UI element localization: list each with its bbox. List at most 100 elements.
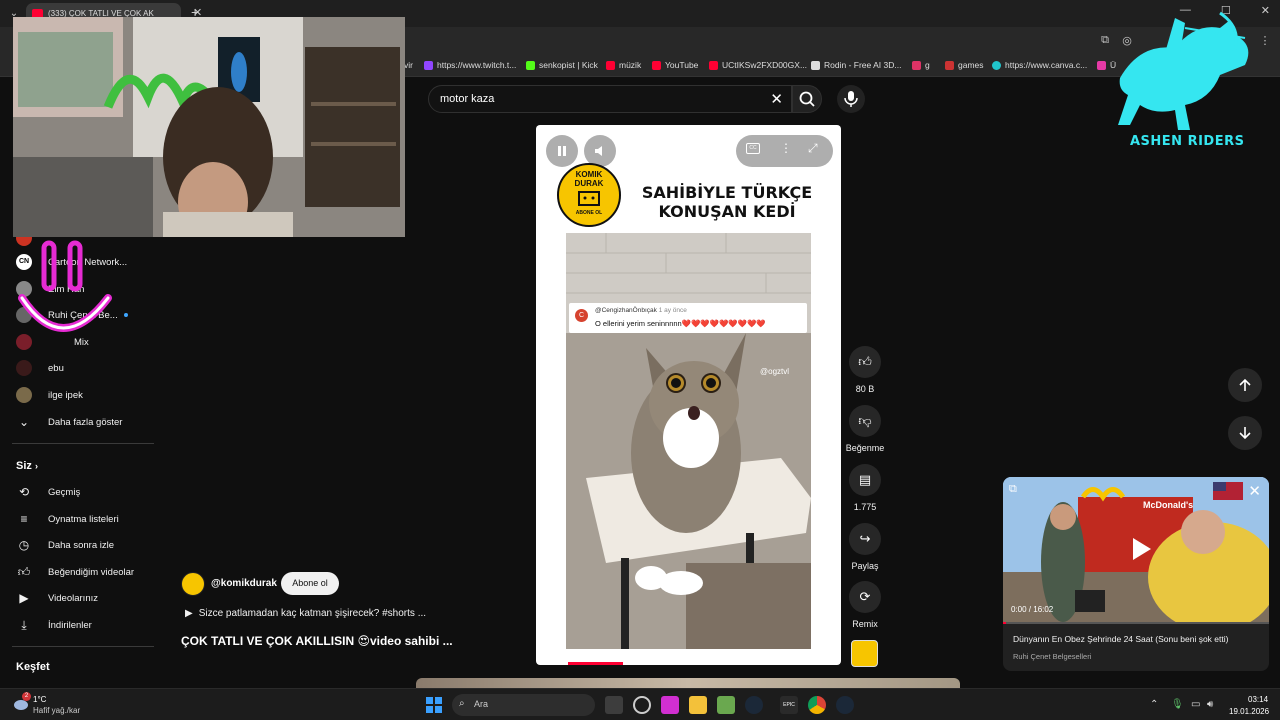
app-icon[interactable] [661, 696, 679, 714]
webcam-overlay [13, 17, 405, 237]
sidebar-item-your-videos[interactable]: ▶ Videolarınız [16, 588, 98, 608]
expand-miniplayer-icon[interactable]: ⧉ [1009, 483, 1017, 496]
subscribe-button[interactable]: Abone ol [281, 572, 339, 595]
taskbar-search[interactable]: ⌕ Ara [452, 694, 595, 716]
divider [12, 646, 154, 647]
more-options-icon[interactable]: ⋮ [780, 141, 792, 155]
next-short-button[interactable] [1228, 416, 1262, 450]
microphone-icon [844, 91, 858, 107]
comment-icon[interactable]: ▤ [849, 464, 881, 496]
volume-icon[interactable]: 🔊︎ [1207, 699, 1213, 710]
remix-action[interactable]: ⟳ Remix [845, 581, 885, 629]
mini-player-progress[interactable] [1003, 622, 1269, 624]
logo-text: KOMIK [575, 170, 603, 179]
search-button[interactable] [792, 85, 822, 113]
start-icon[interactable] [425, 696, 443, 714]
thumbs-up-icon[interactable]: 👍︎ [849, 346, 881, 378]
app-icon[interactable] [717, 696, 735, 714]
bookmark-item[interactable]: https://www.canva.c... [992, 60, 1087, 70]
search-box[interactable]: motor kaza ✕ [428, 85, 792, 113]
clear-search-icon[interactable]: ✕ [770, 90, 783, 108]
captions-icon[interactable]: CC [746, 143, 760, 154]
chrome-icon[interactable] [808, 696, 826, 714]
kick-icon [526, 60, 535, 70]
file-explorer-icon[interactable] [689, 696, 707, 714]
bookmark-item[interactable]: vir [404, 60, 413, 70]
close-miniplayer-icon[interactable]: ✕ [1248, 482, 1261, 500]
twitch-icon [424, 60, 433, 70]
pause-button[interactable] [546, 135, 578, 167]
sidebar-item-liked-videos[interactable]: 👍︎ Beğendiğim videolar [16, 562, 134, 582]
ashen-riders-text: ASHEN RIDERS [1130, 134, 1245, 149]
epic-games-icon[interactable]: EPIC [780, 696, 798, 714]
bookmark-item[interactable]: müzik [606, 60, 641, 70]
play-icon[interactable] [1127, 535, 1155, 563]
sound-thumbnail[interactable] [851, 640, 878, 667]
related-short-link[interactable]: ▶ Sizce patlamadan kaç katman şişirecek? … [185, 608, 426, 619]
subscription-label: ilge ipek [48, 389, 83, 401]
bookmark-item[interactable]: g [912, 60, 930, 70]
voice-search-button[interactable] [837, 85, 865, 113]
mini-player[interactable]: McDonald's ⧉ 0:00 / 16:02 ✕ Dünyanın En … [1003, 477, 1269, 671]
like-action[interactable]: 👍︎ 80 B [845, 346, 885, 394]
bookmark-item[interactable]: senkopist | Kick [526, 60, 598, 70]
task-view-icon[interactable] [605, 696, 623, 714]
play-icon: ▶ [185, 608, 193, 619]
bookmark-item[interactable]: Rodin - Free AI 3D... [811, 60, 901, 70]
dislike-action[interactable]: 👎︎ Beğenme [845, 405, 885, 453]
ashen-riders-logo: ASHEN RIDERS [1100, 8, 1275, 153]
microphone-icon[interactable]: 🎙︎ [1171, 699, 1184, 710]
network-icon[interactable]: ▭ [1191, 699, 1200, 710]
comments-action[interactable]: ▤ 1.775 [845, 464, 885, 512]
you-section-title[interactable]: Siz › [16, 460, 38, 472]
logo-text: ABONE OL [575, 210, 603, 216]
search-icon: ⌕ [459, 698, 465, 709]
bookmark-item[interactable]: games [945, 60, 984, 70]
chevron-right-icon: › [34, 461, 38, 471]
remix-label: Remix [852, 619, 878, 629]
steam-icon[interactable] [836, 696, 854, 714]
thumbs-down-icon[interactable]: 👎︎ [849, 405, 881, 437]
sidebar-item-downloads[interactable]: ⤓ İndirilenler [16, 615, 91, 635]
avatar [16, 387, 32, 403]
arrow-down-icon [1239, 427, 1251, 440]
bookmark-item[interactable]: YouTube [652, 60, 698, 70]
bookmark-item[interactable]: UCtIKSw2FXD00GX... [709, 60, 807, 70]
sidebar-item-history[interactable]: ⟲ Geçmiş [16, 482, 80, 502]
mini-player-channel[interactable]: Ruhi Çenet Belgeselleri [1013, 652, 1091, 661]
like-count: 80 B [855, 384, 875, 394]
remix-icon[interactable]: ⟳ [849, 581, 881, 613]
weather-temperature[interactable]: 1°C [33, 695, 46, 704]
sidebar-item-playlists[interactable]: ≡ Oynatma listeleri [16, 509, 118, 529]
player-controls-group: CC ⋮ ⤢ [736, 135, 833, 167]
fullscreen-icon[interactable]: ⤢ [808, 141, 818, 156]
mini-player-title[interactable]: Dünyanın En Obez Şehrinde 24 Saat (Sonu … [1013, 634, 1228, 644]
share-icon[interactable]: ↪ [849, 523, 881, 555]
short-progress-bar[interactable] [568, 662, 623, 665]
horse-archer-icon [1118, 11, 1249, 130]
channel-handle[interactable]: @komikdurak [211, 578, 277, 589]
channel-avatar[interactable] [181, 572, 205, 596]
cat-video-image [566, 233, 811, 649]
app-icon[interactable] [633, 696, 651, 714]
search-input[interactable]: motor kaza [440, 93, 494, 105]
next-short-preview[interactable] [416, 678, 960, 688]
comment-author: @CengizhanÖnbıçak 1 ay önce [595, 307, 687, 314]
sidebar-subscription[interactable]: ilge ipek [16, 385, 83, 405]
short-player[interactable]: CC ⋮ ⤢ KOMIK DURAK ABONE OL SAHİBİYLE TÜ… [536, 125, 841, 665]
previous-short-button[interactable] [1228, 368, 1262, 402]
clock-date[interactable]: 19.01.2026 [1229, 707, 1269, 716]
sidebar-item-watch-later[interactable]: ◷ Daha sonra izle [16, 535, 114, 555]
share-action[interactable]: ↪ Paylaş [845, 523, 885, 571]
clock-time[interactable]: 03:14 [1248, 695, 1268, 704]
chevron-up-icon[interactable]: ⌃ [1150, 699, 1158, 710]
show-more-button[interactable]: ⌄ Daha fazla göster [16, 412, 123, 432]
bookmark-item[interactable]: https://www.twitch.t... [424, 60, 516, 70]
mini-player-thumbnail: McDonald's ⧉ [1003, 477, 1269, 632]
search-icon [799, 91, 815, 107]
history-icon: ⟲ [18, 485, 30, 499]
weather-description[interactable]: Hafif yağ./kar [33, 706, 80, 715]
sidebar-subscription[interactable]: ebu [16, 358, 64, 378]
steam-icon[interactable] [745, 696, 763, 714]
youtube-icon [606, 60, 615, 70]
